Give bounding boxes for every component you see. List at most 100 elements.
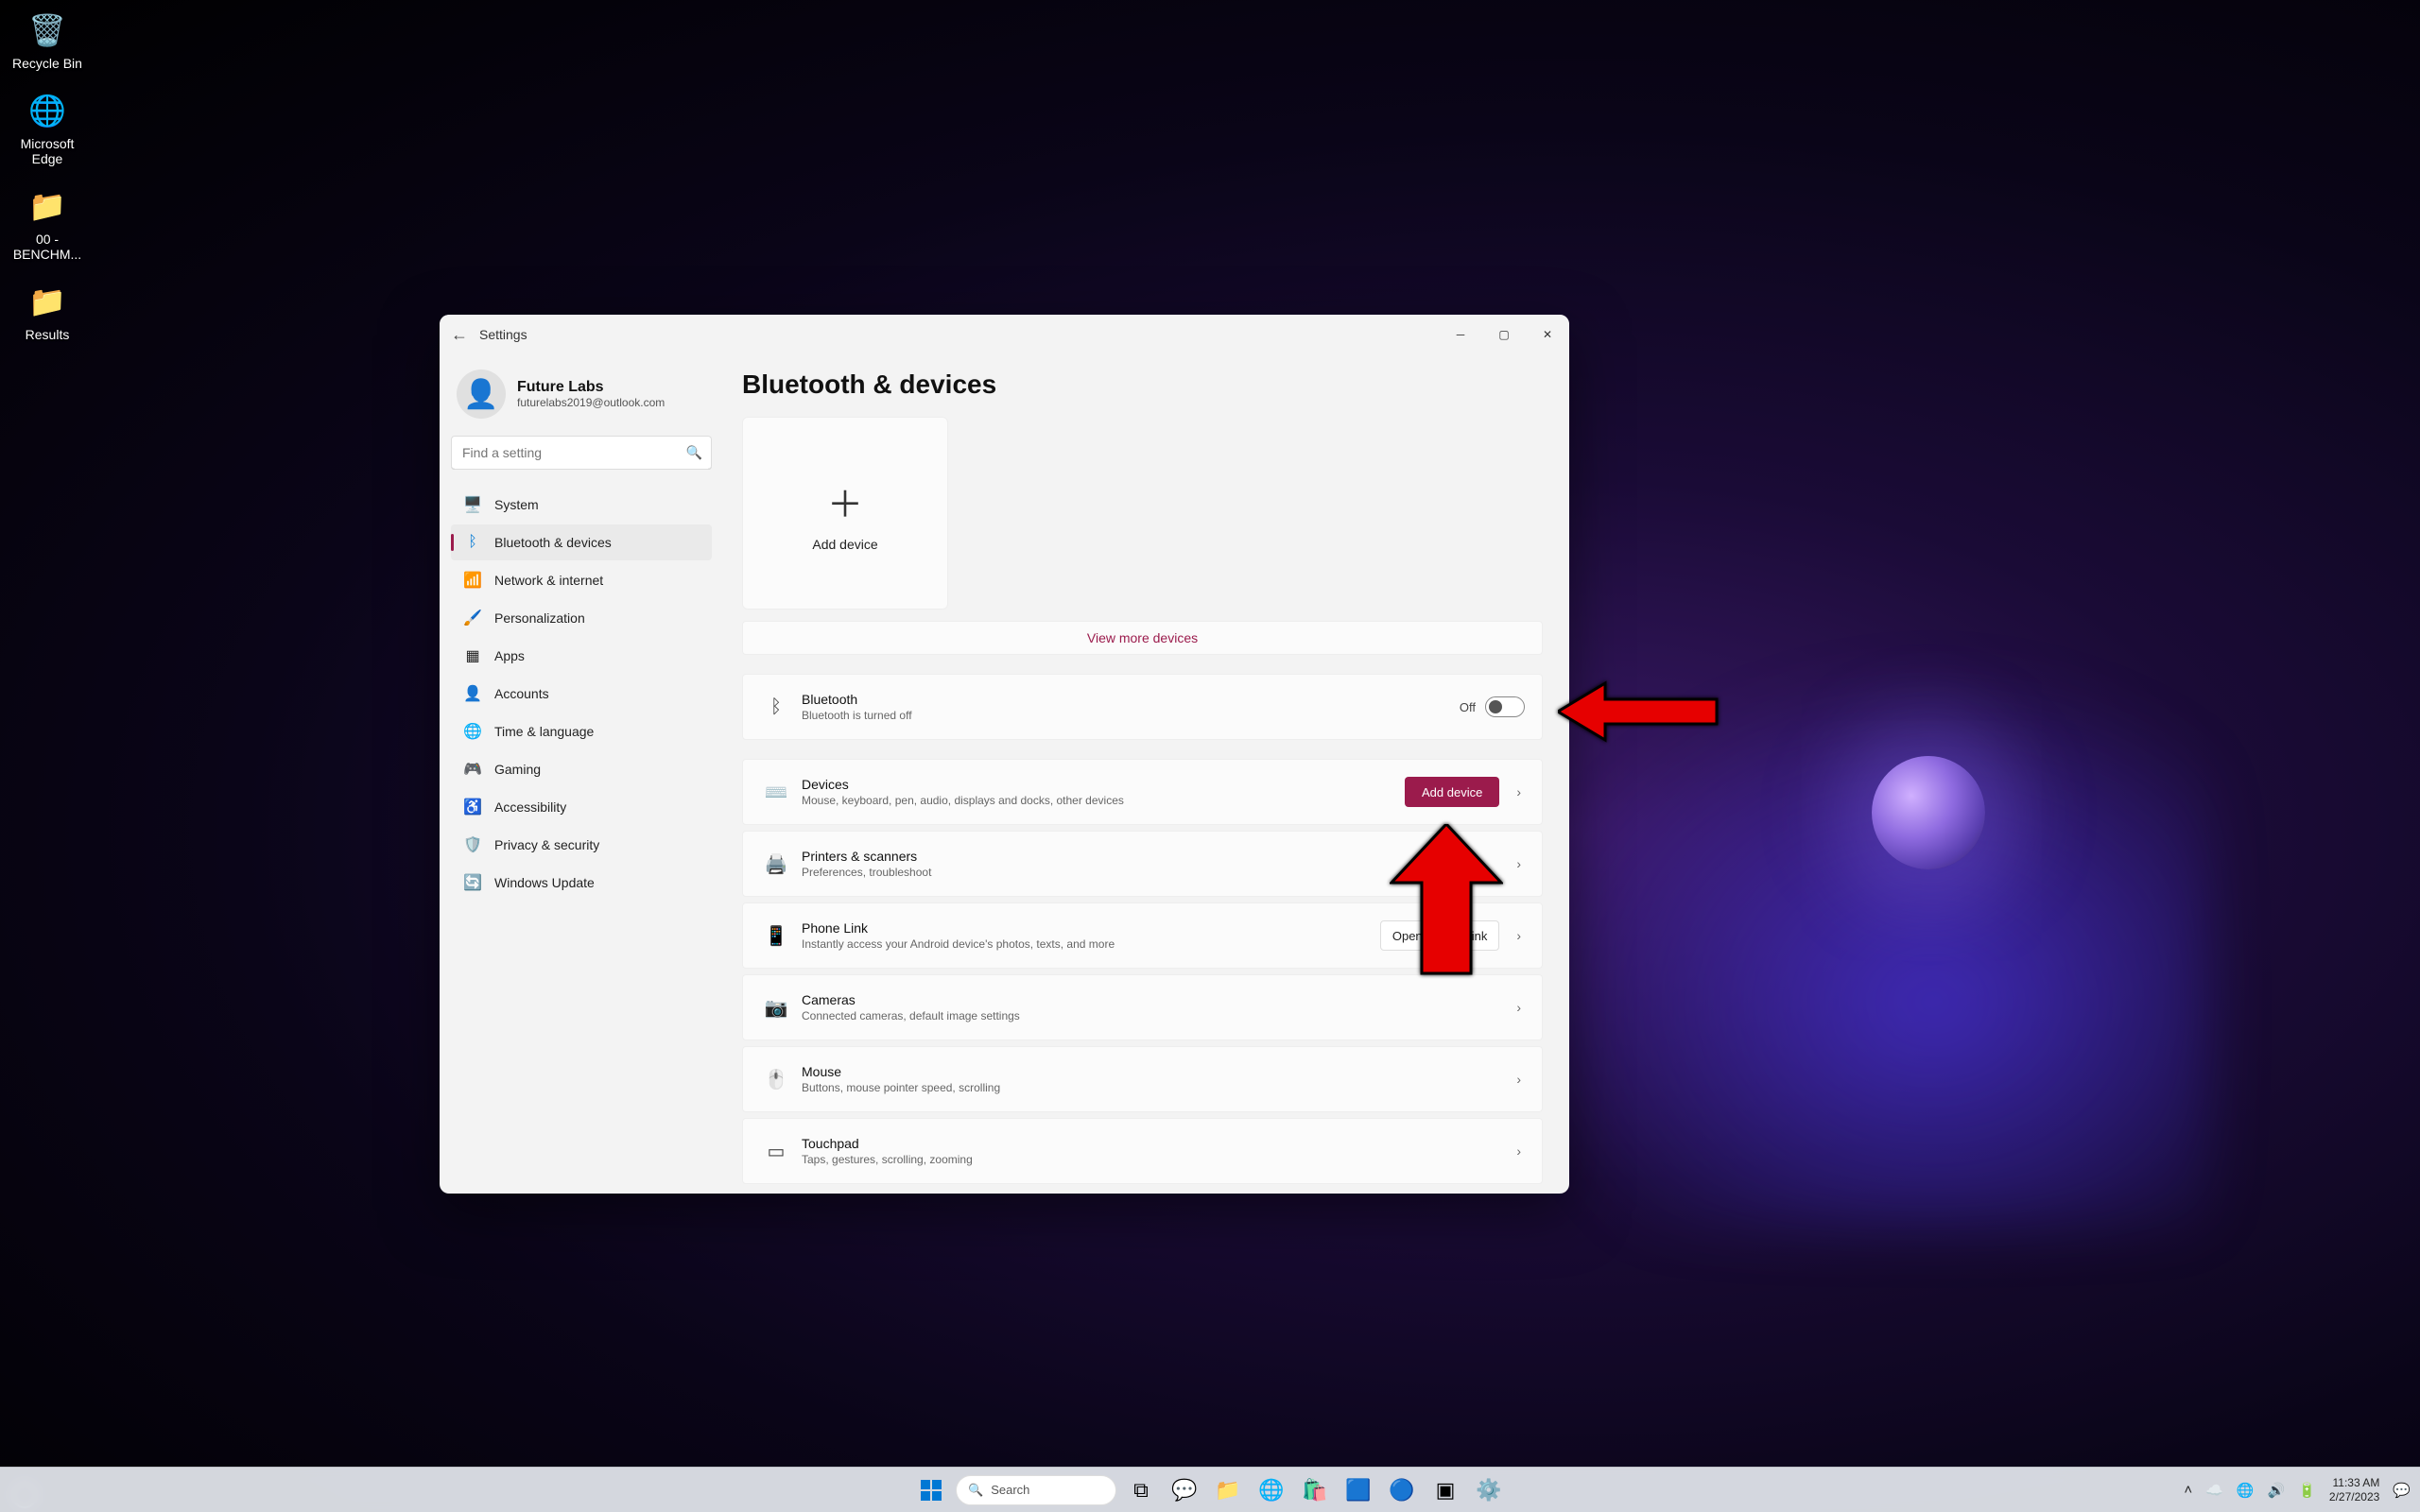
nav-label: System [494, 497, 539, 512]
nav-system[interactable]: 🖥️System [451, 487, 712, 523]
row-subtitle: Taps, gestures, scrolling, zooming [802, 1153, 1512, 1166]
store-button[interactable]: 🛍️ [1296, 1471, 1334, 1509]
touchpad-row[interactable]: ▭ Touchpad Taps, gestures, scrolling, zo… [742, 1118, 1543, 1184]
nav-label: Time & language [494, 724, 594, 739]
battery-tray-icon[interactable]: 🔋 [2298, 1482, 2316, 1499]
row-subtitle: Connected cameras, default image setting… [802, 1009, 1512, 1022]
chevron-right-icon: › [1512, 784, 1525, 799]
window-title: Settings [479, 327, 527, 342]
notifications-icon[interactable]: 💬 [2393, 1482, 2411, 1499]
search-wrap: 🔍 [451, 436, 712, 470]
toggle-switch[interactable] [1485, 696, 1525, 717]
titlebar[interactable]: ← Settings ─ ▢ ✕ [440, 315, 1569, 354]
brush-icon: 🖌️ [460, 609, 485, 627]
bluetooth-icon: ᛒ [760, 696, 792, 718]
avatar: 👤 [457, 369, 506, 419]
desktop-icon-label: Recycle Bin [0, 57, 95, 71]
start-button[interactable] [912, 1471, 950, 1509]
tray-chevron-icon[interactable]: ˄ [2184, 1482, 2192, 1498]
task-view-button[interactable]: ⧉ [1122, 1471, 1160, 1509]
back-button[interactable]: ← [440, 315, 479, 354]
row-title: Devices [802, 777, 1405, 792]
add-device-button[interactable]: Add device [1405, 777, 1499, 807]
touchpad-icon: ▭ [760, 1140, 792, 1163]
nav-bluetooth-devices[interactable]: ᛒBluetooth & devices [451, 524, 712, 560]
chevron-right-icon: › [1512, 1143, 1525, 1159]
desktop-icon-recycle-bin[interactable]: 🗑️ Recycle Bin [0, 8, 95, 71]
toggle-state-label: Off [1460, 700, 1476, 714]
chat-button[interactable]: 💬 [1166, 1471, 1203, 1509]
chevron-right-icon: › [1512, 928, 1525, 943]
bluetooth-title: Bluetooth [802, 692, 1460, 707]
nav-label: Accessibility [494, 799, 566, 815]
nav-accounts[interactable]: 👤Accounts [451, 676, 712, 712]
edge-taskbar-button[interactable]: 🌐 [1253, 1471, 1290, 1509]
nav-apps[interactable]: ▦ Apps [451, 638, 712, 674]
nav-gaming[interactable]: 🎮Gaming [451, 751, 712, 787]
app-button-3[interactable]: ▣ [1426, 1471, 1464, 1509]
bluetooth-toggle[interactable]: Off [1460, 696, 1525, 717]
nav-privacy[interactable]: 🛡️Privacy & security [451, 827, 712, 863]
nav-windows-update[interactable]: 🔄Windows Update [451, 865, 712, 901]
background-glow [1512, 662, 2212, 1228]
row-title: Touchpad [802, 1136, 1512, 1151]
apps-icon: ▦ [460, 646, 485, 665]
chevron-right-icon: › [1512, 856, 1525, 871]
row-subtitle: Mouse, keyboard, pen, audio, displays an… [802, 794, 1405, 807]
taskbar-search[interactable]: 🔍 Search [956, 1475, 1116, 1505]
background-sphere [1872, 756, 1985, 869]
taskbar-center: 🔍 Search ⧉ 💬 📁 🌐 🛍️ 🟦 🔵 ▣ ⚙️ [912, 1471, 1508, 1509]
search-icon: 🔍 [968, 1483, 983, 1498]
nav-time-language[interactable]: 🌐Time & language [451, 713, 712, 749]
camera-icon: 📷 [760, 996, 792, 1020]
search-input[interactable] [451, 436, 712, 470]
nav-label: Accounts [494, 686, 549, 701]
row-title: Phone Link [802, 920, 1380, 936]
maximize-button[interactable]: ▢ [1482, 319, 1526, 350]
row-subtitle: Buttons, mouse pointer speed, scrolling [802, 1081, 1512, 1094]
volume-tray-icon[interactable]: 🔊 [2268, 1482, 2286, 1499]
mouse-row[interactable]: 🖱️ Mouse Buttons, mouse pointer speed, s… [742, 1046, 1543, 1112]
app-button-4[interactable]: ⚙️ [1470, 1471, 1508, 1509]
close-button[interactable]: ✕ [1526, 319, 1569, 350]
app-button-2[interactable]: 🔵 [1383, 1471, 1421, 1509]
folder-icon: 📁 [25, 279, 70, 324]
add-device-card[interactable]: ＋ Add device [742, 417, 948, 610]
profile-block[interactable]: 👤 Future Labs futurelabs2019@outlook.com [451, 362, 712, 436]
desktop-icon-edge[interactable]: 🌐 Microsoft Edge [0, 88, 95, 166]
desktop-icon-label: 00 - BENCHM... [0, 232, 95, 262]
row-subtitle: Instantly access your Android device's p… [802, 937, 1380, 951]
nav-personalization[interactable]: 🖌️ Personalization [451, 600, 712, 636]
devices-row[interactable]: ⌨️ Devices Mouse, keyboard, pen, audio, … [742, 759, 1543, 825]
annotation-arrow-up [1390, 824, 1503, 975]
recycle-bin-icon: 🗑️ [25, 8, 70, 53]
view-more-devices-link[interactable]: View more devices [742, 621, 1543, 655]
profile-name: Future Labs [517, 379, 665, 396]
cameras-row[interactable]: 📷 Cameras Connected cameras, default ima… [742, 974, 1543, 1040]
file-explorer-button[interactable]: 📁 [1209, 1471, 1247, 1509]
gaming-icon: 🎮 [460, 760, 485, 779]
row-title: Cameras [802, 992, 1512, 1007]
nav-label: Personalization [494, 610, 585, 626]
nav-accessibility[interactable]: ♿Accessibility [451, 789, 712, 825]
nav-label: Bluetooth & devices [494, 535, 612, 550]
printer-icon: 🖨️ [760, 852, 792, 876]
nav-network[interactable]: 📶Network & internet [451, 562, 712, 598]
onedrive-icon[interactable]: ☁️ [2205, 1482, 2223, 1499]
nav-label: Privacy & security [494, 837, 599, 852]
row-title: Mouse [802, 1064, 1512, 1079]
minimize-button[interactable]: ─ [1439, 319, 1482, 350]
system-tray: ˄ ☁️ 🌐 🔊 🔋 11:33 AM 2/27/2023 💬 [2184, 1476, 2411, 1503]
clock-time: 11:33 AM [2329, 1476, 2379, 1489]
taskbar: 🔍 Search ⧉ 💬 📁 🌐 🛍️ 🟦 🔵 ▣ ⚙️ ˄ ☁️ 🌐 🔊 🔋 … [0, 1467, 2420, 1512]
desktop-icon-benchmark-folder[interactable]: 📁 00 - BENCHM... [0, 183, 95, 262]
app-button-1[interactable]: 🟦 [1340, 1471, 1377, 1509]
search-icon: 🔍 [686, 445, 702, 461]
nav-label: Apps [494, 648, 525, 663]
bluetooth-toggle-card: ᛒ Bluetooth Bluetooth is turned off Off [742, 674, 1543, 740]
network-tray-icon[interactable]: 🌐 [2237, 1482, 2255, 1499]
wifi-icon: 📶 [460, 571, 485, 590]
bluetooth-subtitle: Bluetooth is turned off [802, 709, 1460, 722]
desktop-icon-results-folder[interactable]: 📁 Results [0, 279, 95, 342]
taskbar-clock[interactable]: 11:33 AM 2/27/2023 [2329, 1476, 2379, 1503]
